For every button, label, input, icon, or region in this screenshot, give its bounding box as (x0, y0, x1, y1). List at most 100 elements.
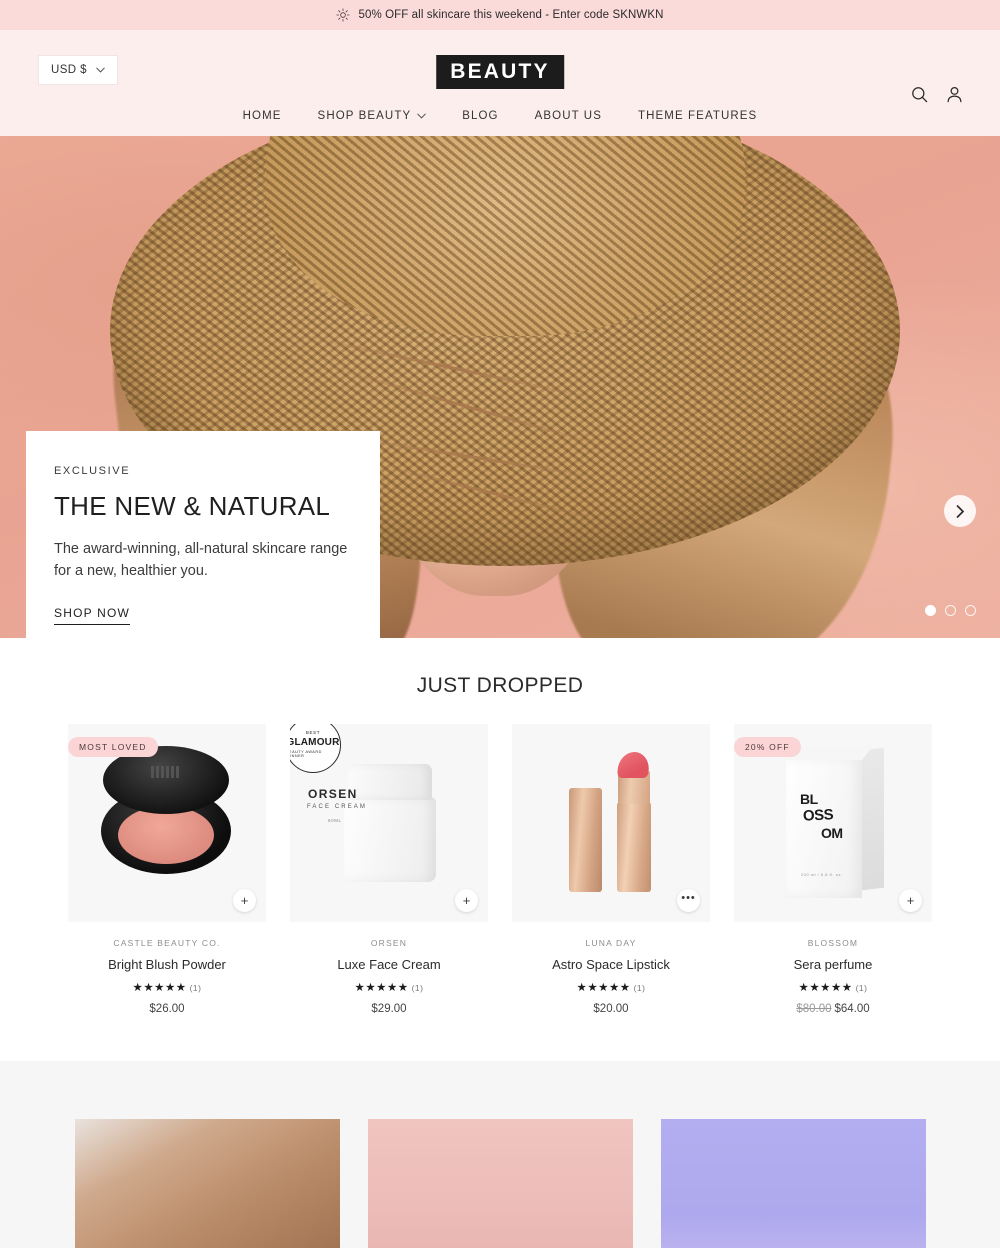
product-price: $80.00 $64.00 (734, 1003, 932, 1015)
quick-view-button[interactable]: ••• (677, 889, 700, 912)
box-size-text: 200 ml / 6.8 fl. oz. (801, 872, 843, 877)
nav-item-shop-beauty[interactable]: SHOP BEAUTY (318, 110, 427, 122)
stamp-main-text: GLAMOUR (290, 736, 340, 748)
stamp-top-text: BEST (305, 730, 321, 736)
rating-stars: ★★★★★ (132, 982, 187, 994)
price-compare-at: $80.00 (796, 1003, 832, 1015)
price-current: $64.00 (834, 1003, 870, 1015)
perfume-box-art: BL OSS OM 200 ml / 6.8 fl. oz. (786, 746, 884, 898)
product-name[interactable]: Bright Blush Powder (68, 957, 266, 972)
nav-item-blog[interactable]: BLOG (462, 110, 498, 122)
announcement-text: 50% OFF all skincare this weekend - Ente… (358, 9, 664, 21)
product-card[interactable]: BEST GLAMOUR BEAUTY AWARD WINNER ORSEN F… (290, 724, 488, 1015)
hero-shop-now-link[interactable]: SHOP NOW (54, 606, 131, 626)
product-vendor: BLOSSOM (807, 938, 859, 948)
rating-count: (1) (855, 983, 868, 993)
carousel-next-button[interactable] (944, 495, 976, 527)
product-name[interactable]: Astro Space Lipstick (512, 957, 710, 972)
gallery-image-skincare-model[interactable] (74, 1119, 340, 1248)
rating-stars: ★★★★★ (798, 982, 853, 994)
hero-content-card: EXCLUSIVE THE NEW & NATURAL The award-wi… (26, 431, 380, 638)
product-price: $26.00 (68, 1003, 266, 1015)
just-dropped-section: JUST DROPPED MOST LOVED + CASTLE BEAUTY … (0, 638, 1000, 1061)
nav-item-home[interactable]: HOME (243, 110, 282, 122)
stamp-bottom-text: BEAUTY AWARD WINNER (290, 749, 322, 758)
rating-count: (1) (411, 983, 424, 993)
product-price: $29.00 (290, 1003, 488, 1015)
gallery-image-pink-product[interactable] (367, 1119, 633, 1248)
hero-carousel: EXCLUSIVE THE NEW & NATURAL The award-wi… (0, 136, 1000, 638)
nav-label: HOME (242, 110, 282, 122)
product-vendor: LUNA DAY (585, 938, 637, 948)
price-current: $29.00 (371, 1003, 407, 1015)
hero-description: The award-winning, all-natural skincare … (54, 541, 348, 580)
product-image[interactable]: BEST GLAMOUR BEAUTY AWARD WINNER ORSEN F… (290, 724, 488, 922)
nav-item-about-us[interactable]: ABOUT US (535, 110, 602, 122)
product-info: LUNA DAY Astro Space Lipstick ★★★★★ (1) $… (512, 922, 710, 1015)
product-name[interactable]: Sera perfume (734, 957, 932, 972)
carousel-dot-3[interactable] (965, 605, 976, 616)
nav-label: SHOP BEAUTY (317, 110, 412, 122)
product-card[interactable]: 20% OFF BL OSS OM 200 ml / 6.8 fl. oz. +… (734, 724, 932, 1015)
gallery-section (0, 1061, 1000, 1248)
product-rating: ★★★★★ (1) (290, 980, 488, 994)
hero-title: THE NEW & NATURAL (54, 491, 331, 521)
search-icon[interactable] (910, 85, 929, 104)
box-line-3: OM (821, 825, 843, 841)
currency-label: USD $ (51, 64, 87, 76)
account-icon[interactable] (945, 85, 964, 104)
product-name[interactable]: Luxe Face Cream (290, 957, 488, 972)
chevron-down-icon (417, 113, 426, 119)
face-cream-jar-art (344, 764, 436, 882)
gallery-image-purple-hand[interactable] (660, 1119, 926, 1248)
hero-kicker: EXCLUSIVE (54, 465, 131, 477)
product-image[interactable]: 20% OFF BL OSS OM 200 ml / 6.8 fl. oz. + (734, 724, 932, 922)
nav-label: ABOUT US (534, 110, 602, 122)
product-price: $20.00 (512, 1003, 710, 1015)
product-vendor: ORSEN (370, 938, 408, 948)
lipstick-art (569, 752, 653, 892)
box-line-2: OSS (802, 806, 834, 825)
header-icon-group (910, 85, 964, 104)
jar-size-text: 60ML (328, 818, 342, 823)
product-rating: ★★★★★ (1) (512, 980, 710, 994)
quick-add-button[interactable]: + (899, 889, 922, 912)
site-logo[interactable]: BEAUTY (436, 55, 564, 89)
rating-count: (1) (189, 983, 202, 993)
site-header: USD $ BEAUTY HOME SHOP BEAUTY BLOG ABOUT… (0, 30, 1000, 151)
rating-stars: ★★★★★ (576, 982, 631, 994)
product-info: CASTLE BEAUTY CO. Bright Blush Powder ★★… (68, 922, 266, 1015)
section-title: JUST DROPPED (416, 674, 584, 697)
product-rating: ★★★★★ (1) (734, 980, 932, 994)
price-current: $26.00 (149, 1003, 185, 1015)
rating-stars: ★★★★★ (354, 982, 409, 994)
chevron-right-icon (956, 504, 964, 518)
gallery-row (0, 1119, 1000, 1248)
price-current: $20.00 (593, 1003, 629, 1015)
product-card[interactable]: MOST LOVED + CASTLE BEAUTY CO. Bright Bl… (68, 724, 266, 1015)
jar-product-text: FACE CREAM (307, 804, 368, 810)
nav-label: BLOG (462, 110, 499, 122)
product-card[interactable]: ••• LUNA DAY Astro Space Lipstick ★★★★★(… (512, 724, 710, 1015)
carousel-dot-1[interactable] (925, 605, 936, 616)
quick-add-button[interactable]: + (233, 889, 256, 912)
product-badge: MOST LOVED (68, 737, 158, 757)
product-rating: ★★★★★ (1) (68, 980, 266, 994)
announcement-bar: 50% OFF all skincare this weekend - Ente… (0, 0, 1000, 30)
nav-item-theme-features[interactable]: THEME FEATURES (638, 110, 757, 122)
product-vendor: CASTLE BEAUTY CO. (113, 938, 221, 948)
product-image[interactable]: ••• (512, 724, 710, 922)
product-badge: 20% OFF (734, 737, 801, 757)
carousel-pagination (925, 605, 976, 616)
nav-label: THEME FEATURES (638, 110, 758, 122)
rating-count: (1) (633, 983, 646, 993)
primary-navigation: HOME SHOP BEAUTY BLOG ABOUT US THEME FEA… (0, 110, 1000, 122)
product-info: ORSEN Luxe Face Cream ★★★★★ (1) $29.00 (290, 922, 488, 1015)
carousel-dot-2[interactable] (945, 605, 956, 616)
product-grid: MOST LOVED + CASTLE BEAUTY CO. Bright Bl… (0, 724, 1000, 1015)
blush-compact-art (101, 746, 231, 874)
glamour-award-stamp-icon: BEST GLAMOUR BEAUTY AWARD WINNER (290, 724, 341, 773)
quick-add-button[interactable]: + (455, 889, 478, 912)
currency-selector[interactable]: USD $ (38, 55, 118, 85)
product-image[interactable]: MOST LOVED + (68, 724, 266, 922)
